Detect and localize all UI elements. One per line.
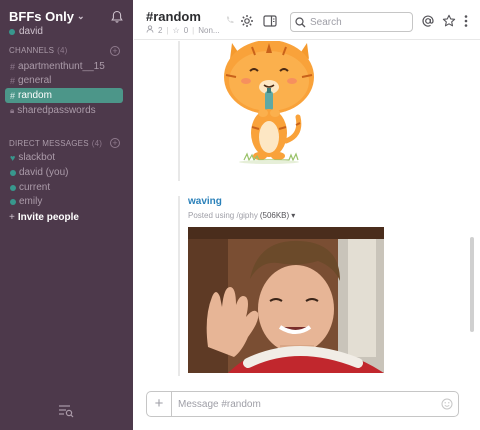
hash-icon: # <box>10 61 16 72</box>
dm-label: slackbot <box>18 152 56 163</box>
current-user-label: david <box>19 26 43 37</box>
presence-dot-icon <box>10 184 16 191</box>
dms-title: DIRECT MESSAGES <box>9 139 89 148</box>
dm-item-david[interactable]: david (you) <box>5 165 123 180</box>
presence-dot-icon <box>10 169 16 176</box>
attachment-meta: Posted using /giphy (506KB) ▾ <box>188 211 295 220</box>
channels-count: (4) <box>57 46 68 55</box>
file-size: (506KB) <box>259 211 290 220</box>
gear-icon[interactable] <box>240 14 254 28</box>
channel-label: general <box>18 75 52 86</box>
channel-item-sharedpasswords[interactable]: 🔒︎ sharedpasswords <box>5 103 123 118</box>
dm-item-slackbot[interactable]: ♥ slackbot <box>5 150 123 165</box>
add-channel-icon[interactable]: + <box>110 46 120 56</box>
scrollbar[interactable] <box>470 237 474 332</box>
channel-item-apartmenthunt[interactable]: # apartmenthunt__15 <box>5 59 123 74</box>
team-menu[interactable]: BFFs Only ⌄ david <box>9 9 85 37</box>
waving-gif[interactable] <box>188 227 384 373</box>
search-icon <box>295 16 306 27</box>
presence-dot-icon <box>9 28 15 35</box>
details-pane-icon[interactable] <box>263 14 277 28</box>
team-name-label: BFFs Only <box>9 9 75 24</box>
message-input[interactable] <box>178 397 428 411</box>
quick-switcher-icon[interactable] <box>58 404 74 418</box>
heart-icon: ♥ <box>10 152 16 163</box>
chevron-down-icon: ⌄ <box>77 11 85 21</box>
channels-title: CHANNELS <box>9 46 55 55</box>
pin-count[interactable]: 0 <box>184 26 188 35</box>
search-box[interactable] <box>290 12 413 32</box>
channel-label: apartmenthunt__15 <box>18 61 105 72</box>
hash-icon: # <box>10 90 16 101</box>
channel-meta: 2 | ☆ 0 | Non... <box>146 25 220 35</box>
channel-label: random <box>18 90 52 101</box>
call-icon[interactable] <box>225 15 235 25</box>
emoji-icon[interactable] <box>441 398 453 410</box>
star-icon[interactable] <box>442 14 456 28</box>
member-icon[interactable] <box>146 25 154 35</box>
posted-using-label: Posted using /giphy <box>188 211 258 220</box>
message-composer: + <box>146 391 459 417</box>
dm-label: emily <box>19 196 43 207</box>
more-options-icon[interactable] <box>463 14 469 28</box>
channel-item-general[interactable]: # general <box>5 73 123 88</box>
pin-icon[interactable]: ☆ <box>173 26 180 35</box>
presence-dot-icon <box>10 198 16 205</box>
attachment-title-link[interactable]: waving <box>188 196 222 207</box>
channels-header[interactable]: CHANNELS (4) <box>9 46 68 55</box>
dm-item-emily[interactable]: emily <box>5 194 123 209</box>
divider: | <box>166 25 169 35</box>
slack-app: BFFs Only ⌄ david CHANNELS (4) + # apart… <box>0 0 480 430</box>
attach-file-button[interactable]: + <box>147 392 172 416</box>
message-pane: waving Posted using /giphy (506KB) ▾ <box>134 41 480 386</box>
invite-people-button[interactable]: + Invite people <box>9 212 79 223</box>
tiger-gif[interactable] <box>222 41 317 179</box>
add-dm-icon[interactable]: + <box>110 138 120 148</box>
attachment-bar <box>178 196 180 376</box>
search-input[interactable] <box>310 16 406 28</box>
channel-label: sharedpasswords <box>17 105 96 116</box>
hash-icon: # <box>10 75 16 86</box>
dms-count: (4) <box>91 139 103 148</box>
bell-icon[interactable] <box>110 10 124 24</box>
dm-label: current <box>19 182 51 193</box>
channel-title[interactable]: #random <box>146 9 201 24</box>
dm-label: david (you) <box>19 167 69 178</box>
sidebar: BFFs Only ⌄ david CHANNELS (4) + # apart… <box>0 0 133 430</box>
lock-icon: 🔒︎ <box>10 105 15 115</box>
dms-header[interactable]: DIRECT MESSAGES (4) <box>9 139 102 148</box>
channel-topic[interactable]: Non... <box>198 26 219 35</box>
plus-icon: + <box>9 212 15 223</box>
team-name[interactable]: BFFs Only ⌄ <box>9 9 85 24</box>
mentions-icon[interactable] <box>421 14 435 28</box>
attachment-bar <box>178 41 180 181</box>
current-user: david <box>9 26 85 37</box>
invite-label: Invite people <box>17 212 79 223</box>
member-count[interactable]: 2 <box>158 26 162 35</box>
divider: | <box>192 25 195 35</box>
channel-header: #random 2 | ☆ 0 | Non... <box>134 0 480 40</box>
caret-down-icon[interactable]: ▾ <box>291 211 295 220</box>
channel-item-random[interactable]: # random <box>5 88 123 103</box>
dm-item-current[interactable]: current <box>5 180 123 195</box>
